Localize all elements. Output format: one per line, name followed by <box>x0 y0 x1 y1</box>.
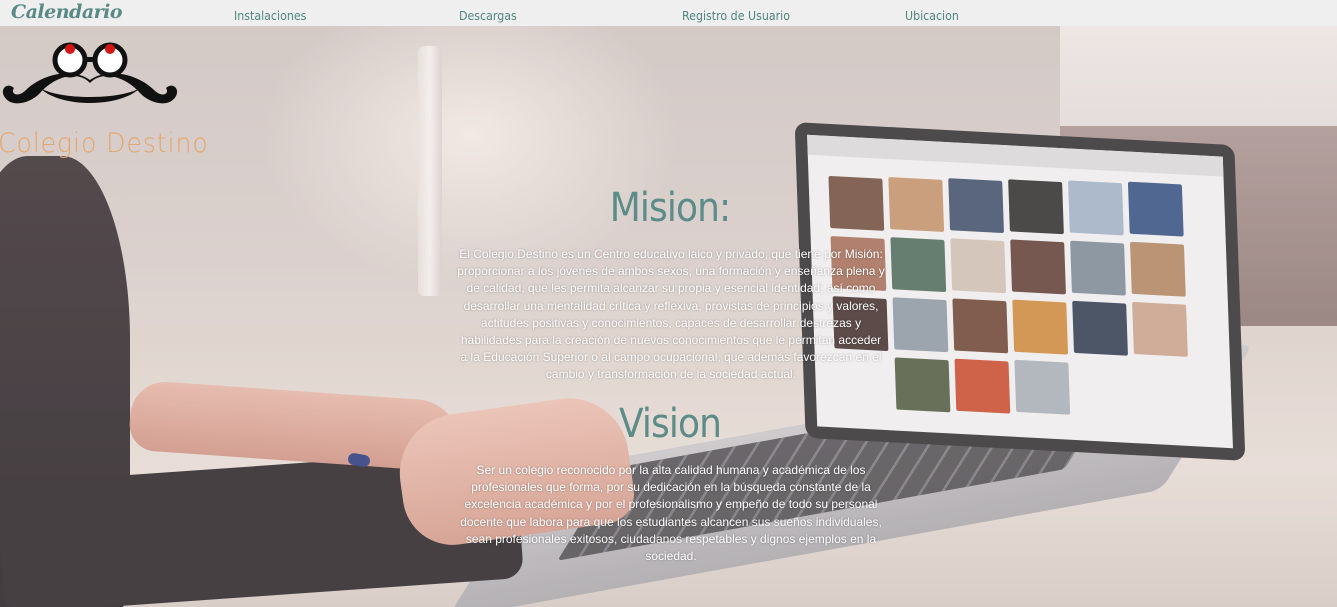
mustache-glasses-icon[interactable] <box>0 38 180 118</box>
school-name: Colegio Destino <box>0 128 209 159</box>
mision-heading: Mision: <box>609 185 731 231</box>
top-nav: Calendario Instalaciones Descargas Regis… <box>0 0 1337 26</box>
vision-text: Ser un colegio reconocido por la alta ca… <box>460 463 882 564</box>
vision-heading: Vision <box>618 401 722 447</box>
nav-link-descargas[interactable]: Descargas <box>459 9 517 23</box>
brand-link[interactable]: Calendario <box>11 1 123 23</box>
nav-link-registro[interactable]: Registro de Usuario <box>682 9 790 23</box>
nav-link-instalaciones[interactable]: Instalaciones <box>234 9 306 23</box>
nav-link-ubicacion[interactable]: Ubicacion <box>905 9 959 23</box>
mision-text: El Colegio Destino es un Centro educativ… <box>457 247 885 382</box>
